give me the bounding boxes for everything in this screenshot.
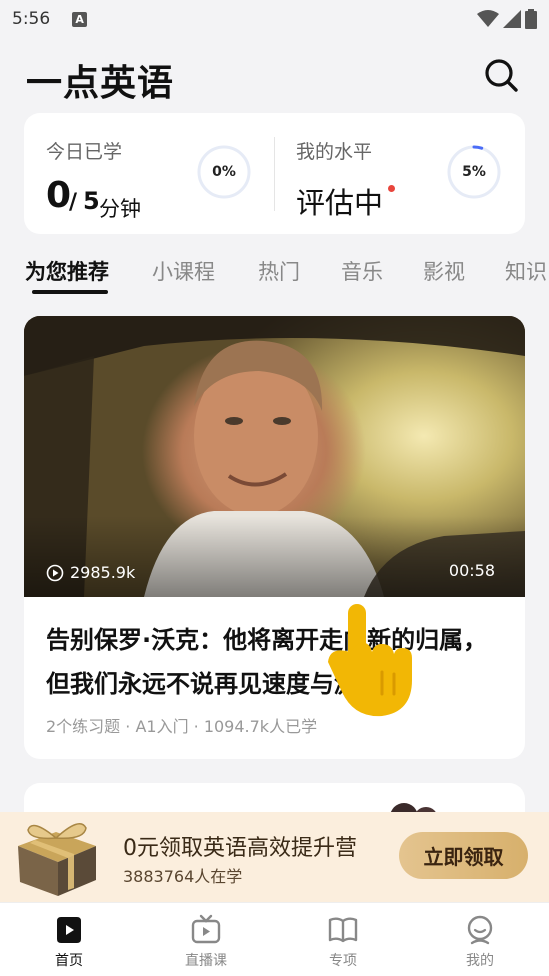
- search-button[interactable]: [482, 56, 520, 94]
- video-meta: 2个练习题 · A1入门 · 1094.7k人已学: [46, 717, 318, 736]
- level-label: 我的水平: [296, 141, 373, 163]
- tap-hand-icon: [328, 604, 412, 717]
- nav-live-class-label: 直播课: [185, 953, 227, 969]
- promo-subtitle: 3883764人在学: [123, 867, 243, 886]
- status-time: 5:56: [12, 9, 51, 29]
- play-count-icon: [46, 564, 64, 581]
- view-count: 2985.9k: [46, 563, 135, 582]
- nav-live-class[interactable]: 直播课: [166, 913, 246, 970]
- today-separator: /: [69, 190, 78, 215]
- category-tabs: 为您推荐 小课程 热门 音乐 影视 知识: [0, 250, 549, 300]
- nav-topics[interactable]: 专项: [303, 913, 383, 970]
- claim-button[interactable]: 立即领取: [399, 832, 528, 879]
- promo-banner[interactable]: 0元领取英语高效提升营 3883764人在学 立即领取: [0, 812, 549, 902]
- video-card[interactable]: 2985.9k 00:58 告别保罗·沃克：他将离开走向新的归属，但我们永远不说…: [24, 316, 525, 759]
- tab-indicator: [32, 290, 108, 294]
- nav-topics-label: 专项: [329, 953, 357, 969]
- bottom-nav: 首页 直播课 专项 我的: [0, 902, 549, 976]
- video-duration: 00:58: [448, 561, 495, 580]
- notification-icon: A: [72, 11, 88, 27]
- level-status-dot: [388, 185, 395, 192]
- nav-profile[interactable]: 我的: [440, 913, 520, 970]
- app-title: 一点英语: [26, 63, 175, 104]
- wifi-icon: [477, 10, 499, 27]
- home-icon: [57, 917, 81, 943]
- today-label: 今日已学: [46, 141, 123, 163]
- tab-film[interactable]: 影视: [423, 256, 465, 286]
- tab-knowledge[interactable]: 知识: [505, 256, 547, 286]
- gift-icon: [18, 823, 96, 896]
- tab-recommended[interactable]: 为您推荐: [25, 256, 109, 286]
- video-thumbnail[interactable]: 2985.9k 00:58: [24, 316, 525, 597]
- today-percent: 0%: [212, 164, 236, 180]
- tab-music[interactable]: 音乐: [341, 256, 383, 286]
- level-percent: 5%: [462, 164, 486, 180]
- nav-home-label: 首页: [55, 953, 83, 969]
- thumbnail-shade: [24, 516, 525, 597]
- promo-title: 0元领取英语高效提升营: [123, 836, 357, 861]
- profile-icon: [467, 915, 493, 945]
- book-icon: [328, 917, 358, 943]
- today-goal: 5: [83, 187, 100, 215]
- nav-home[interactable]: 首页: [29, 913, 109, 970]
- battery-icon: [525, 9, 537, 29]
- today-value: 0: [46, 175, 72, 216]
- level-value: 评估中: [296, 186, 384, 220]
- nav-profile-label: 我的: [466, 953, 494, 969]
- search-icon: [485, 59, 518, 92]
- tab-hot[interactable]: 热门: [258, 256, 300, 286]
- stats-card[interactable]: 今日已学 0 / 5 分钟 0% 我的水平 评估中 5%: [24, 113, 525, 234]
- stats-divider: [274, 137, 275, 211]
- video-title[interactable]: 告别保罗·沃克：他将离开走向新的归属，但我们永远不说再见速度与激…: [46, 618, 506, 706]
- tv-icon: [191, 914, 221, 944]
- signal-icon: [503, 10, 521, 28]
- view-count-text: 2985.9k: [70, 563, 136, 582]
- tab-mini-course[interactable]: 小课程: [152, 256, 215, 286]
- today-unit: 分钟: [99, 197, 141, 221]
- status-icons: [477, 9, 537, 29]
- status-bar: 5:56 A: [0, 0, 549, 38]
